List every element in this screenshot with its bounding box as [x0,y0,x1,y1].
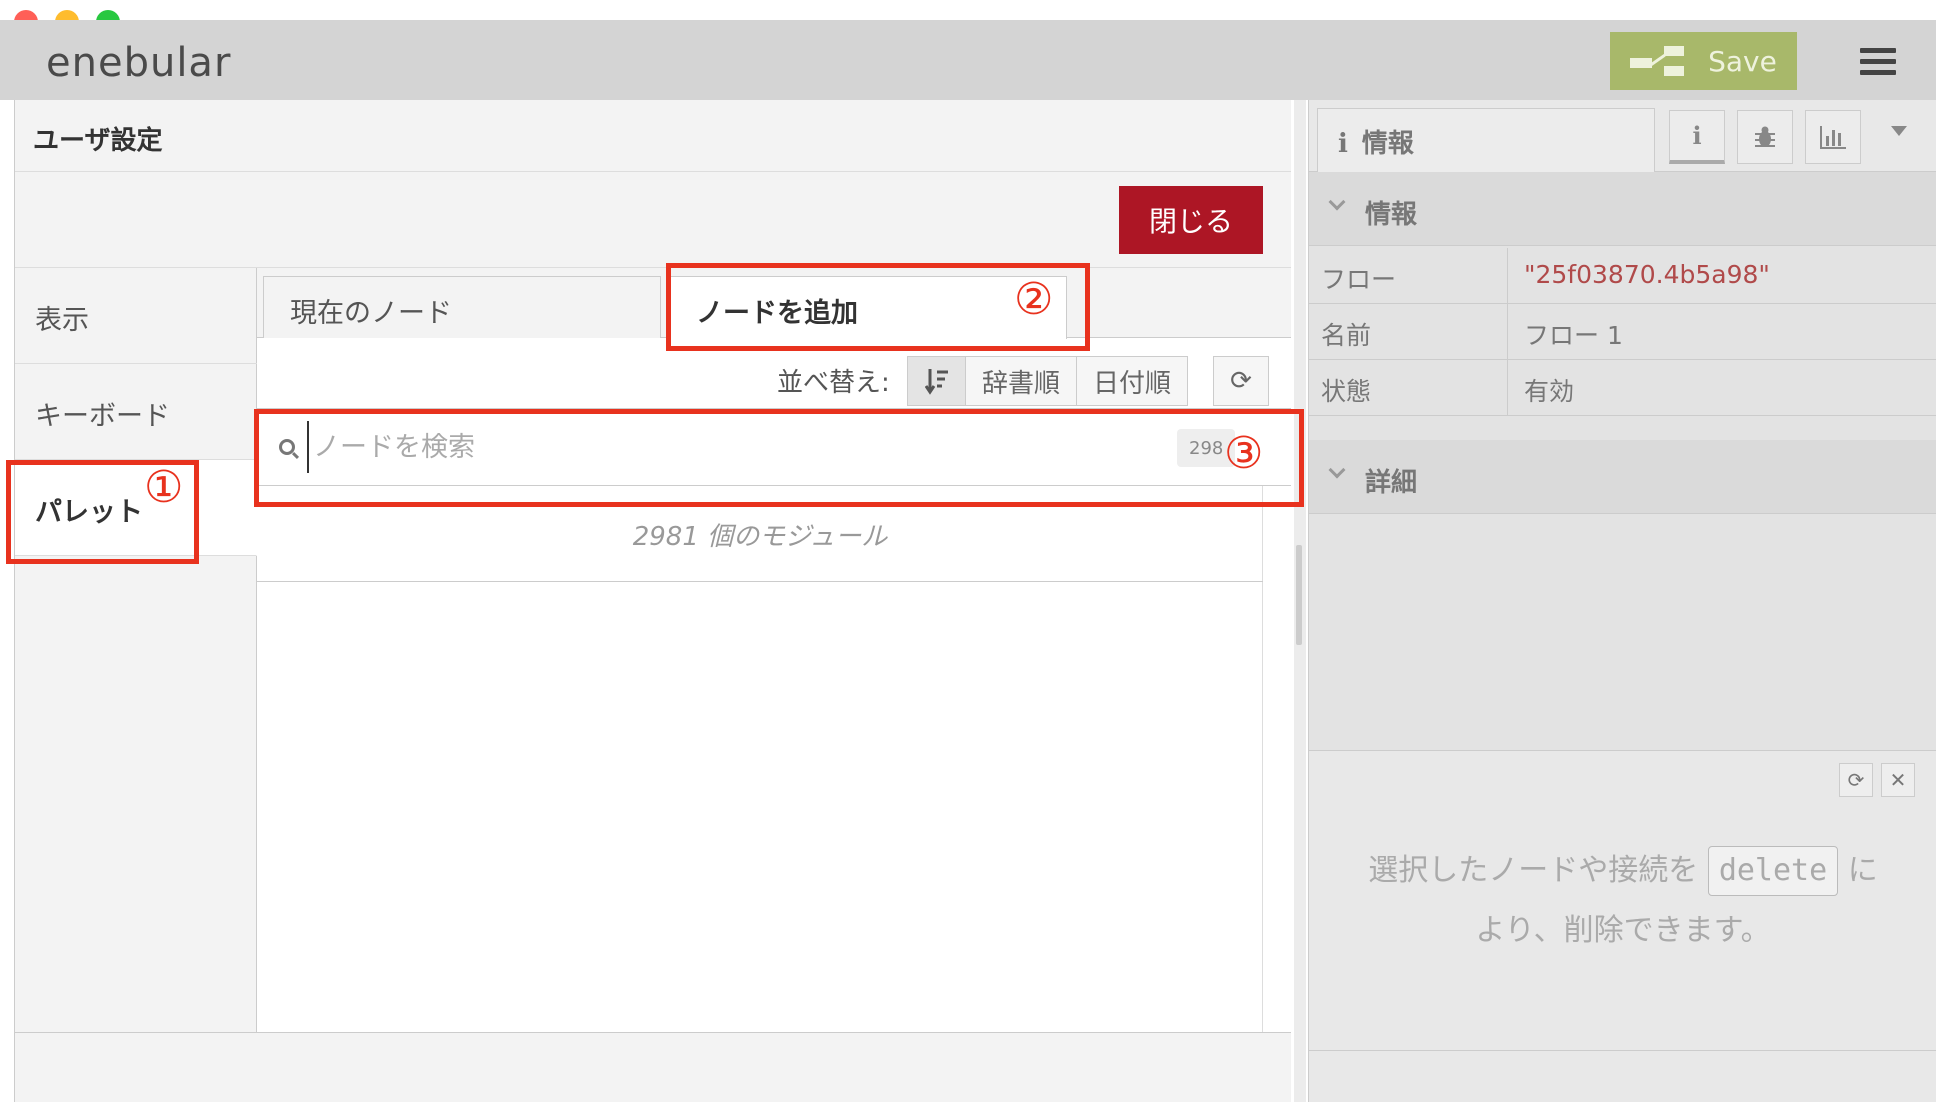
settings-menu: 表示 キーボード パレット [15,268,257,1032]
info-row-value: 有効 [1507,360,1936,415]
info-row-status: 状態 有効 [1309,360,1936,416]
tab-current-nodes[interactable]: 現在のノード [263,276,661,338]
callout-number-1: ① [144,462,184,513]
help-panel: ⟳ ✕ 選択したノードや接続を delete に より、削除できます。 [1309,750,1936,1050]
hint-text: より、削除できます。 [1475,913,1771,948]
info-section-header[interactable]: 情報 [1309,172,1936,246]
delete-key: delete [1707,846,1839,896]
hint-text: 選択したノードや接続を [1368,853,1699,888]
sort-icon [924,369,948,395]
close-icon: ✕ [1889,768,1907,792]
refresh-icon: ⟳ [1230,366,1252,396]
app-logo: enebular [46,40,232,86]
sidebar-tab-info[interactable]: i 情報 [1317,108,1655,172]
bar-chart-icon [1820,126,1846,149]
info-section-label: 情報 [1365,200,1418,230]
sort-relevance-button[interactable] [908,357,966,405]
sort-options: 辞書順 日付順 [907,356,1189,406]
chevron-down-icon [1328,461,1346,479]
sort-label: 並べ替え: [777,368,890,398]
callout-number-3: ③ [1224,428,1264,479]
info-sidebar: i 情報 i 情報 フロー "25f03870.4b5a98" 名前 フロー 1… [1308,100,1936,1102]
info-row-key: 状態 [1321,377,1372,406]
refresh-catalog-button[interactable]: ⟳ [1213,356,1269,406]
sort-date-button[interactable]: 日付順 [1077,357,1188,405]
sidebar-info-button[interactable]: i [1669,110,1725,164]
settings-menu-item-keyboard[interactable]: キーボード [15,364,257,460]
sidebar-tabbar: i 情報 i [1309,100,1936,172]
sidebar-footer [1309,1050,1936,1102]
deploy-icon [1630,46,1685,76]
info-row-value: "25f03870.4b5a98" [1507,248,1936,303]
palette-panel: 現在のノード ノードを追加 並べ替え: 辞書順 日付順 ⟳ ノードを検索 298… [257,268,1291,1032]
detail-section-header[interactable]: 詳細 [1309,440,1936,514]
sidebar-tab-label: 情報 [1361,129,1414,159]
hint-text: に [1847,853,1878,888]
dialog-footer [15,1032,1291,1102]
help-close-button[interactable]: ✕ [1881,763,1915,797]
info-icon: i [1338,129,1348,159]
sidebar-debug-button[interactable] [1737,110,1793,164]
window-titlebar [0,0,1936,34]
app-header: enebular Save [0,20,1936,100]
callout-box-3 [254,409,1304,507]
help-refresh-button[interactable]: ⟳ [1839,763,1873,797]
delete-hint: 選択したノードや接続を delete に より、削除できます。 [1329,841,1917,961]
dialog-title: ユーザ設定 [15,100,1291,172]
module-list: 2981 個のモジュール [257,486,1263,1032]
chevron-down-icon [1328,193,1346,211]
detail-section-body [1309,538,1936,748]
info-row-value: フロー 1 [1507,304,1936,359]
sidebar-dashboard-button[interactable] [1805,110,1861,164]
sidebar-dropdown-icon[interactable] [1891,126,1907,136]
splitter-handle[interactable] [1296,545,1302,645]
info-row-flow: フロー "25f03870.4b5a98" [1309,248,1936,304]
user-settings-dialog: ユーザ設定 閉じる 表示 キーボード パレット 現在のノード ノードを追加 並べ… [14,100,1291,1102]
info-row-name: 名前 フロー 1 [1309,304,1936,360]
info-icon: i [1692,121,1702,150]
detail-section-label: 詳細 [1365,468,1418,498]
bug-icon [1755,126,1775,147]
dialog-toolbar: 閉じる [15,172,1291,268]
info-row-key: 名前 [1321,321,1372,350]
close-button[interactable]: 閉じる [1119,186,1263,254]
settings-menu-item-view[interactable]: 表示 [15,268,257,364]
save-button[interactable]: Save [1610,32,1797,90]
refresh-icon: ⟳ [1847,768,1865,792]
info-row-key: フロー [1321,265,1397,294]
save-label: Save [1708,44,1777,78]
sort-alphabetical-button[interactable]: 辞書順 [966,357,1078,405]
hamburger-menu-icon[interactable] [1860,48,1896,76]
callout-number-2: ② [1014,274,1054,325]
